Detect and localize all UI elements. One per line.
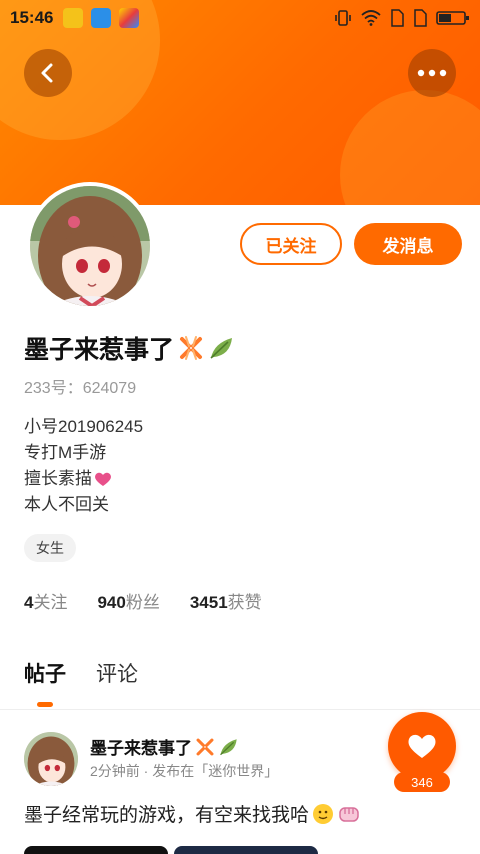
tab-label: 评论 xyxy=(96,663,138,686)
scan-icon xyxy=(91,8,112,28)
stat-fans[interactable]: 940粉丝 xyxy=(97,588,159,613)
profile-stats: 4关注 940粉丝 3451获赞 xyxy=(24,588,262,613)
anger-icon xyxy=(178,335,204,361)
smile-emoji-icon xyxy=(312,803,334,825)
profile-name: 墨子来惹事了 xyxy=(24,330,236,366)
stat-number: 3451 xyxy=(189,593,228,612)
fist-emoji-icon xyxy=(337,803,361,825)
gender-tag: 女生 xyxy=(24,534,76,562)
bio-line: 擅长素描 xyxy=(24,466,143,492)
following-button[interactable]: 已关注 xyxy=(240,223,342,265)
stat-following[interactable]: 4关注 xyxy=(24,588,67,613)
leaf-icon xyxy=(208,335,236,361)
heart-icon xyxy=(94,471,112,487)
more-options-button[interactable] xyxy=(408,49,456,97)
app-notification-icon xyxy=(63,8,84,28)
leaf-icon xyxy=(218,737,240,757)
send-message-button[interactable]: 发消息 xyxy=(354,223,462,265)
more-dots-icon xyxy=(417,69,447,77)
chevron-left-icon xyxy=(41,63,53,83)
post-author-text: 墨子来惹事了 xyxy=(90,739,192,758)
wifi-icon xyxy=(361,10,381,26)
battery-icon xyxy=(436,11,469,25)
profile-name-text: 墨子来惹事了 xyxy=(24,336,175,364)
stat-likes: 3451获赞 xyxy=(190,588,262,613)
stat-label: 获赞 xyxy=(227,593,262,612)
status-time: 15:46 xyxy=(10,8,54,27)
sim1-icon xyxy=(391,9,404,27)
like-count: 346 xyxy=(394,772,450,792)
post-text-content: 墨子经常玩的游戏，有空来找我哈 xyxy=(24,805,310,826)
sim2-icon xyxy=(414,9,427,27)
bio-line: 小号201906245 xyxy=(24,417,144,436)
tab-comments[interactable]: 评论 xyxy=(96,658,138,688)
post-author-name[interactable]: 墨子来惹事了 xyxy=(90,734,240,759)
stat-label: 关注 xyxy=(33,593,68,612)
tab-posts[interactable]: 帖子 xyxy=(24,658,66,707)
bio-line-text: 擅长素描 xyxy=(24,469,92,488)
back-button[interactable] xyxy=(24,49,72,97)
vibrate-icon xyxy=(335,10,351,26)
profile-bio: 小号201906245 专打M手游 擅长素描 本人不回关 xyxy=(24,414,143,518)
heart-icon xyxy=(408,734,436,758)
bio-line: 专打M手游 xyxy=(24,443,107,462)
post-author-avatar[interactable] xyxy=(24,732,78,786)
stat-label: 粉丝 xyxy=(125,593,160,612)
post-image[interactable] xyxy=(24,846,168,854)
post-text: 墨子经常玩的游戏，有空来找我哈 xyxy=(24,800,361,827)
post-image[interactable] xyxy=(174,846,318,854)
like-button[interactable] xyxy=(388,712,456,780)
profile-avatar[interactable] xyxy=(26,182,154,310)
bio-line: 本人不回关 xyxy=(24,495,109,514)
tab-label: 帖子 xyxy=(24,663,66,686)
profile-id: 233号：624079 xyxy=(24,380,137,397)
post-meta: 2分钟前 · 发布在「迷你世界」 xyxy=(90,763,279,779)
stat-number: 940 xyxy=(97,593,126,612)
profile-tabs: 帖子 评论 xyxy=(24,658,138,707)
status-bar: 15:46 xyxy=(0,0,480,36)
active-tab-indicator xyxy=(37,702,53,707)
game-app-icon xyxy=(119,8,140,28)
anger-icon xyxy=(195,737,215,757)
